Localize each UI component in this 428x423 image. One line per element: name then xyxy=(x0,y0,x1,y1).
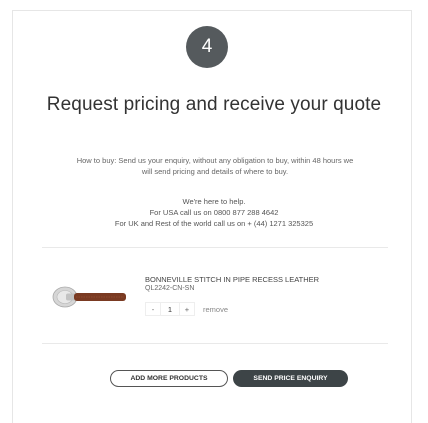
product-name: BONNEVILLE STITCH IN PIPE RECESS LEATHER xyxy=(145,275,320,284)
decrement-button[interactable]: - xyxy=(145,302,161,316)
increment-button[interactable]: + xyxy=(179,302,195,316)
send-price-enquiry-button[interactable]: SEND PRICE ENQUIRY xyxy=(233,370,348,387)
contact-usa-phone: For USA call us on 0800 877 288 4642 xyxy=(149,208,279,217)
product-handle-image xyxy=(52,286,126,308)
divider-bottom xyxy=(42,343,388,344)
how-to-buy-text: How to buy: Send us your enquiry, withou… xyxy=(40,155,390,177)
add-more-products-button[interactable]: ADD MORE PRODUCTS xyxy=(110,370,228,387)
quantity-stepper: - 1 + remove xyxy=(145,302,228,316)
how-to-buy-line-2: will send pricing and details of where t… xyxy=(141,167,289,176)
how-to-buy-line-1: How to buy: Send us your enquiry, withou… xyxy=(76,156,354,165)
contact-info: We're here to help. For USA call us on 0… xyxy=(0,196,428,229)
quantity-value[interactable]: 1 xyxy=(161,302,179,316)
contact-uk-phone: For UK and Rest of the world call us on … xyxy=(114,219,314,228)
contact-help-line: We're here to help. xyxy=(182,197,246,206)
remove-link[interactable]: remove xyxy=(203,305,228,314)
divider-top xyxy=(42,247,388,248)
product-code: QL2242-CN-SN xyxy=(145,285,195,292)
page-title: Request pricing and receive your quote xyxy=(46,94,382,115)
step-number-badge: 4 xyxy=(186,26,228,68)
